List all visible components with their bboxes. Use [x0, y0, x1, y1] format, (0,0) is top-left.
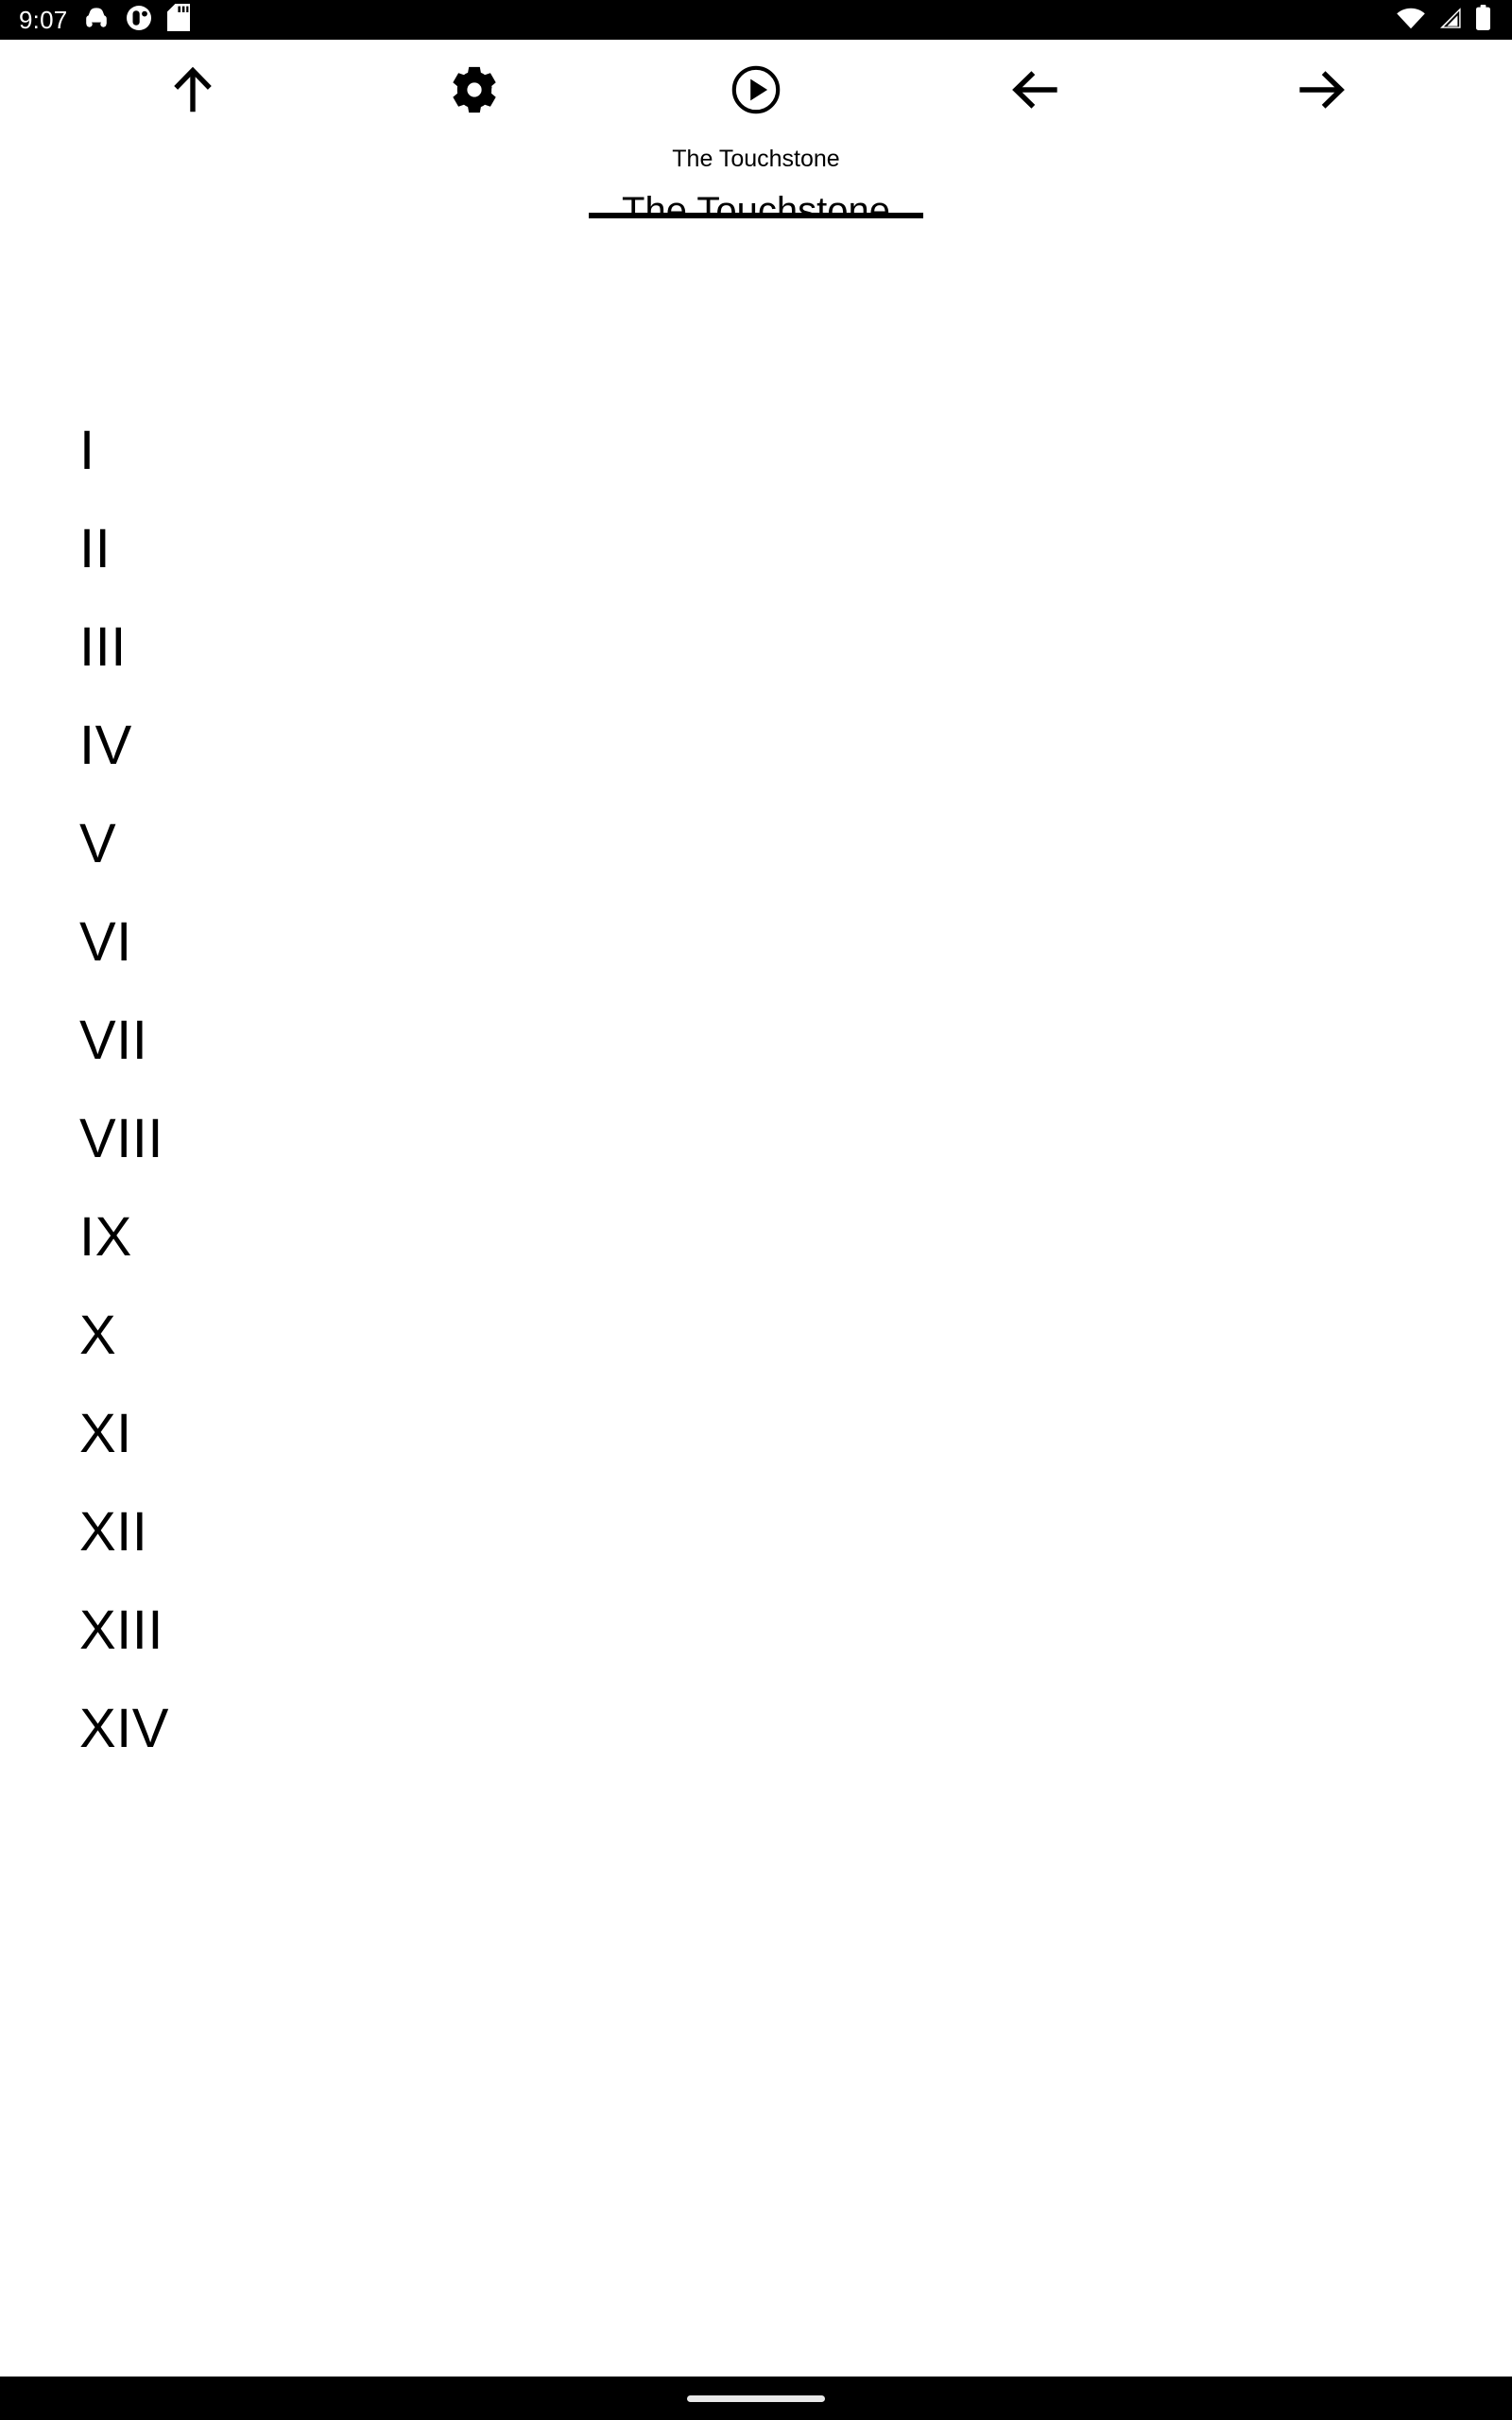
- status-clock: 9:07: [19, 6, 68, 34]
- list-item[interactable]: XIV: [79, 1697, 1512, 1795]
- chapter-label: III: [79, 616, 127, 678]
- book-title-field[interactable]: The Touchstone: [589, 189, 923, 218]
- chapter-label: IV: [79, 715, 132, 776]
- arrow-left-icon: [1008, 60, 1067, 119]
- sd-card-icon: [167, 4, 191, 36]
- chapter-label: V: [79, 813, 117, 874]
- chapter-label: IX: [79, 1206, 132, 1268]
- list-item[interactable]: XII: [79, 1500, 1512, 1599]
- next-button[interactable]: [1263, 40, 1376, 139]
- settings-button[interactable]: [418, 40, 531, 139]
- chapter-label: I: [79, 420, 95, 481]
- chapter-label: XIII: [79, 1599, 164, 1661]
- title-block: The Touchstone The Touchstone: [0, 139, 1512, 218]
- status-bar-right: [1396, 4, 1491, 36]
- list-item[interactable]: IV: [79, 714, 1512, 812]
- chapter-label: XI: [79, 1403, 132, 1464]
- previous-button[interactable]: [981, 40, 1094, 139]
- chapter-label: XIV: [79, 1698, 169, 1759]
- arrow-right-icon: [1290, 60, 1349, 119]
- chapter-label: II: [79, 518, 112, 579]
- chapter-label: XII: [79, 1501, 148, 1563]
- status-bar: 9:07: [0, 0, 1512, 40]
- list-item[interactable]: I: [79, 419, 1512, 517]
- list-item[interactable]: X: [79, 1304, 1512, 1402]
- app-screen: 9:07 The Touchstone The Touchstone I II …: [0, 0, 1512, 2420]
- list-item[interactable]: III: [79, 615, 1512, 714]
- list-item[interactable]: VI: [79, 910, 1512, 1009]
- play-circle-icon: [729, 62, 783, 117]
- system-navigation-bar: [0, 2377, 1512, 2420]
- gesture-home-handle[interactable]: [687, 2394, 825, 2402]
- list-item[interactable]: XIII: [79, 1599, 1512, 1697]
- list-item[interactable]: VIII: [79, 1107, 1512, 1205]
- chapter-label: X: [79, 1305, 117, 1366]
- scroll-to-top-button[interactable]: [136, 40, 249, 139]
- arrow-up-icon: [163, 60, 222, 119]
- android-auto-car-icon: [82, 7, 111, 34]
- cellular-signal-icon: [1437, 7, 1464, 34]
- list-item[interactable]: IX: [79, 1205, 1512, 1304]
- do-not-disturb-circle-icon: [126, 5, 152, 36]
- chapter-list-container[interactable]: I II III IV V VI VII VIII IX X XI XII XI…: [0, 218, 1512, 2377]
- chapter-label: VII: [79, 1010, 148, 1071]
- list-item[interactable]: VII: [79, 1009, 1512, 1107]
- chapter-list: I II III IV V VI VII VIII IX X XI XII XI…: [79, 419, 1512, 1795]
- list-item[interactable]: XI: [79, 1402, 1512, 1500]
- play-button[interactable]: [699, 40, 813, 139]
- chapter-label: VI: [79, 911, 132, 973]
- list-item[interactable]: V: [79, 812, 1512, 910]
- list-item[interactable]: II: [79, 517, 1512, 615]
- battery-icon: [1475, 4, 1491, 36]
- wifi-icon: [1396, 7, 1426, 34]
- book-title-value: The Touchstone: [622, 190, 890, 218]
- gear-icon: [447, 62, 502, 117]
- chapter-label: VIII: [79, 1108, 164, 1169]
- reader-toolbar: [0, 40, 1512, 139]
- book-subtitle: The Touchstone: [672, 146, 840, 172]
- status-bar-left: 9:07: [19, 4, 191, 36]
